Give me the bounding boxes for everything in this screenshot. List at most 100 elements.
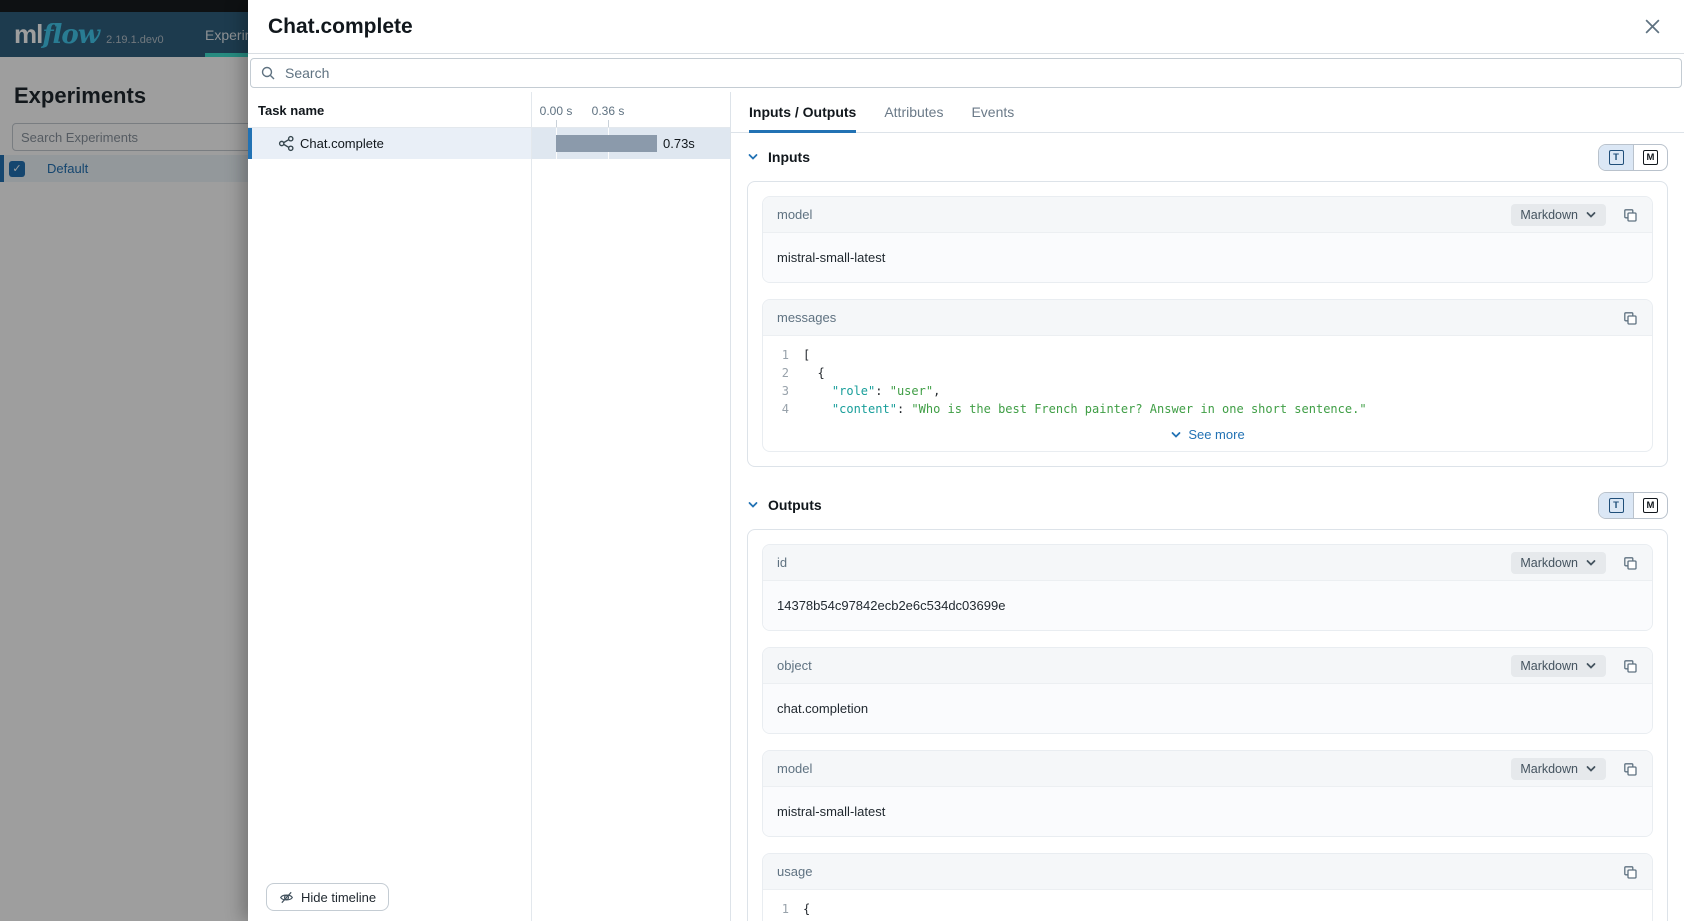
trace-search-bar xyxy=(248,54,1684,92)
search-icon xyxy=(260,65,276,86)
field-header: id Markdown xyxy=(763,545,1652,580)
markdown-select[interactable]: Markdown xyxy=(1511,204,1606,226)
close-icon[interactable] xyxy=(1640,15,1664,39)
field-header: model Markdown xyxy=(763,197,1652,232)
line-number: 4 xyxy=(763,400,803,418)
line-number: 1 xyxy=(763,900,803,918)
field-messages: messages 1[2 {3 "role": "user",4 "content… xyxy=(762,299,1653,452)
chevron-down-icon[interactable] xyxy=(747,499,759,511)
code-line: 1[ xyxy=(763,346,1652,364)
section-card: idMarkdown14378b54c97842ecb2e6c534dc0369… xyxy=(747,529,1668,921)
chevron-down-icon xyxy=(1585,763,1597,775)
field-id: idMarkdown14378b54c97842ecb2e6c534dc0369… xyxy=(762,544,1653,631)
span-duration: 0.73s xyxy=(663,128,695,159)
copy-icon[interactable] xyxy=(1622,310,1638,326)
text-view-toggle[interactable]: T xyxy=(1599,493,1633,518)
chevron-down-icon xyxy=(1585,209,1597,221)
text-view-toggle[interactable]: T xyxy=(1599,145,1633,170)
field-header: messages xyxy=(763,300,1652,335)
detail-pane: Inputs / Outputs Attributes Events Input… xyxy=(730,92,1684,921)
column-divider xyxy=(531,92,532,921)
section-header-outputs: OutputsTM xyxy=(747,481,1668,529)
line-number: 1 xyxy=(763,346,803,364)
section-outputs: OutputsTMidMarkdown14378b54c97842ecb2e6c… xyxy=(747,481,1668,921)
field-value: chat.completion xyxy=(763,683,1652,733)
see-more-link[interactable]: See more xyxy=(763,422,1652,451)
timeline-header: Task name 0.00 s 0.36 s xyxy=(248,92,730,128)
field-key: object xyxy=(777,658,812,673)
hide-timeline-button[interactable]: Hide timeline xyxy=(266,883,389,911)
line-number: 3 xyxy=(763,382,803,400)
field-code-block: 1{2 "prompt_tokens": 16 xyxy=(763,889,1652,921)
chevron-down-icon xyxy=(1585,660,1597,672)
markdown-view-toggle[interactable]: M xyxy=(1633,145,1667,170)
tab-attributes[interactable]: Attributes xyxy=(884,92,943,132)
copy-icon[interactable] xyxy=(1622,658,1638,674)
task-name-column-header: Task name xyxy=(258,103,324,118)
code-text: "content": "Who is the best French paint… xyxy=(803,400,1367,418)
sections: InputsTMmodelMarkdownmistral-small-lates… xyxy=(731,133,1684,921)
background-app: mlflow 2.19.1.dev0 Experiments Experimen… xyxy=(0,0,248,921)
field-key: model xyxy=(777,761,812,776)
render-mode-toggle: TM xyxy=(1598,144,1668,171)
markdown-view-icon: M xyxy=(1643,150,1658,165)
markdown-view-toggle[interactable]: M xyxy=(1633,493,1667,518)
chevron-down-icon[interactable] xyxy=(747,151,759,163)
markdown-select-value: Markdown xyxy=(1520,556,1578,570)
span-row-chat-complete[interactable]: Chat.complete 0.73s xyxy=(248,128,730,159)
span-name[interactable]: Chat.complete xyxy=(300,128,384,159)
copy-icon[interactable] xyxy=(1622,207,1638,223)
code-line: 2 { xyxy=(763,364,1652,382)
field-controls: Markdown xyxy=(1511,204,1638,226)
time-tick-label-0: 0.00 s xyxy=(540,104,573,118)
field-controls xyxy=(1622,864,1638,880)
text-view-icon: T xyxy=(1609,498,1624,513)
trace-detail-modal: Chat.complete Task name 0.00 s 0.36 s xyxy=(248,0,1684,921)
field-header: model Markdown xyxy=(763,751,1652,786)
copy-icon[interactable] xyxy=(1622,864,1638,880)
code-line: 4 "content": "Who is the best French pai… xyxy=(763,400,1652,418)
line-number: 2 xyxy=(763,364,803,382)
trace-search-input[interactable] xyxy=(250,58,1682,88)
chevron-down-icon xyxy=(1585,557,1597,569)
field-key: model xyxy=(777,207,812,222)
markdown-select[interactable]: Markdown xyxy=(1511,758,1606,780)
field-usage: usage1{2 "prompt_tokens": 16 xyxy=(762,853,1653,921)
copy-icon[interactable] xyxy=(1622,761,1638,777)
code-text: "role": "user", xyxy=(803,382,940,400)
field-controls: Markdown xyxy=(1511,552,1638,574)
field-controls xyxy=(1622,310,1638,326)
time-tick-mark xyxy=(608,120,609,127)
tab-events[interactable]: Events xyxy=(971,92,1014,132)
gantt-bar[interactable] xyxy=(556,135,657,152)
code-text: { xyxy=(803,364,825,382)
field-object: object Markdown chat.completion xyxy=(762,647,1653,734)
field-controls: Markdown xyxy=(1511,758,1638,780)
markdown-view-icon: M xyxy=(1643,498,1658,513)
trace-span-icon xyxy=(278,135,295,157)
field-key: id xyxy=(777,555,787,570)
text-view-icon: T xyxy=(1609,150,1624,165)
tab-inputs-outputs[interactable]: Inputs / Outputs xyxy=(749,92,856,132)
markdown-select-value: Markdown xyxy=(1520,659,1578,673)
copy-icon[interactable] xyxy=(1622,555,1638,571)
see-more-label: See more xyxy=(1188,427,1244,442)
field-key: messages xyxy=(777,310,836,325)
modal-main: Task name 0.00 s 0.36 s Chat.complete xyxy=(248,92,1684,921)
markdown-select-value: Markdown xyxy=(1520,762,1578,776)
field-model: model Markdown mistral-small-latest xyxy=(762,196,1653,283)
field-header: object Markdown xyxy=(763,648,1652,683)
eye-off-icon xyxy=(279,890,294,905)
render-mode-toggle: TM xyxy=(1598,492,1668,519)
code-text: [ xyxy=(803,346,810,364)
markdown-select[interactable]: Markdown xyxy=(1511,552,1606,574)
code-text: { xyxy=(803,900,810,918)
markdown-select[interactable]: Markdown xyxy=(1511,655,1606,677)
time-tick-mark xyxy=(556,120,557,127)
field-value: mistral-small-latest xyxy=(763,786,1652,836)
field-value: mistral-small-latest xyxy=(763,232,1652,282)
field-controls: Markdown xyxy=(1511,655,1638,677)
chevron-down-icon xyxy=(1170,429,1182,441)
modal-backdrop[interactable] xyxy=(0,0,248,921)
timeline-pane: Task name 0.00 s 0.36 s Chat.complete xyxy=(248,92,730,921)
